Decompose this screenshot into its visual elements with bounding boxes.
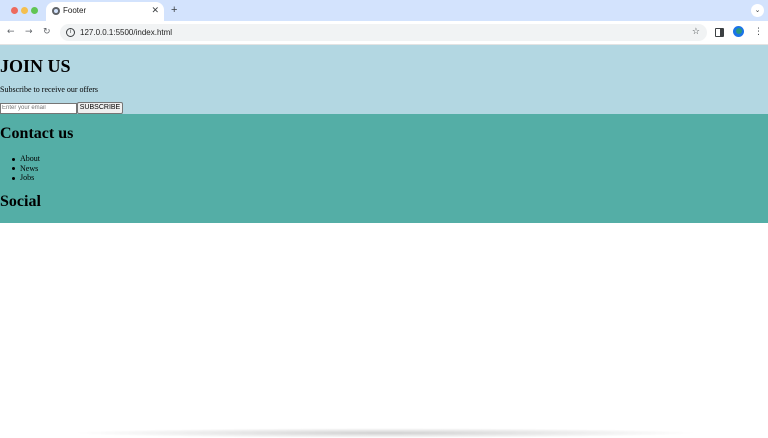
browser-tab[interactable]: Footer ✕ <box>46 2 164 21</box>
tab-search-button[interactable]: ⌄ <box>751 4 764 17</box>
contact-us-heading: Contact us <box>0 125 74 142</box>
browser-toolbar: ← → ↻ i 127.0.0.1:5500/index.html ☆ ⋮ <box>0 21 768 45</box>
social-heading: Social <box>0 193 41 210</box>
maximize-window-button[interactable] <box>31 7 38 14</box>
globe-icon <box>52 7 60 15</box>
contact-link-about[interactable]: About <box>11 154 40 164</box>
back-arrow-icon[interactable]: ← <box>7 25 15 39</box>
url-text[interactable]: 127.0.0.1:5500/index.html <box>80 26 172 39</box>
new-tab-button[interactable]: + <box>171 3 177 17</box>
contact-link-jobs[interactable]: Jobs <box>11 173 40 183</box>
close-tab-icon[interactable]: ✕ <box>151 4 159 16</box>
email-input[interactable] <box>0 103 77 114</box>
join-us-section: JOIN US Subscribe to receive our offers … <box>0 45 768 114</box>
contact-links-list: About News Jobs <box>11 154 40 183</box>
bookmark-star-icon[interactable]: ☆ <box>692 26 700 39</box>
window-shadow <box>70 428 700 438</box>
close-window-button[interactable] <box>11 7 18 14</box>
page-content: JOIN US Subscribe to receive our offers … <box>0 45 768 223</box>
more-menu-icon[interactable]: ⋮ <box>754 26 763 38</box>
browser-tab-bar: Footer ✕ + ⌄ <box>0 0 768 21</box>
reload-icon[interactable]: ↻ <box>43 25 51 39</box>
contact-link-news[interactable]: News <box>11 164 40 174</box>
site-info-icon[interactable]: i <box>66 28 75 37</box>
subscribe-button[interactable]: SUBSCRIBE <box>77 102 123 114</box>
contact-section: Contact us About News Jobs Social <box>0 114 768 223</box>
forward-arrow-icon[interactable]: → <box>25 25 33 39</box>
tab-title: Footer <box>63 6 87 15</box>
profile-avatar[interactable] <box>733 26 744 37</box>
side-panel-icon[interactable] <box>715 28 724 37</box>
minimize-window-button[interactable] <box>21 7 28 14</box>
address-bar[interactable]: i 127.0.0.1:5500/index.html ☆ <box>60 24 707 41</box>
join-us-heading: JOIN US <box>0 56 71 76</box>
subscribe-text: Subscribe to receive our offers <box>0 85 99 94</box>
